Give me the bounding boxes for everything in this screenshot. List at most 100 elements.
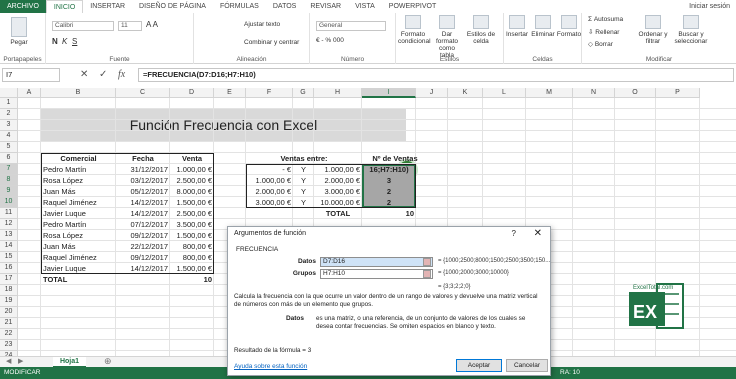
column-header-E[interactable]: E bbox=[214, 88, 246, 98]
column-header-G[interactable]: G bbox=[293, 88, 314, 98]
format-table-button[interactable]: Dar formato como tabla bbox=[432, 15, 462, 59]
clear-button[interactable]: ◇ Borrar bbox=[588, 40, 613, 48]
cell-I11[interactable]: 10 bbox=[364, 208, 414, 219]
row-header-18[interactable]: 18 bbox=[0, 285, 18, 296]
fill-button[interactable]: ⇩ Rellenar bbox=[588, 28, 619, 36]
row-header-17[interactable]: 17 bbox=[0, 274, 18, 285]
cancel-button[interactable]: Cancelar bbox=[506, 359, 548, 372]
font-grow-button[interactable]: A A bbox=[146, 20, 158, 29]
close-icon[interactable]: ✕ bbox=[534, 228, 542, 239]
cell-I6[interactable]: Nº de Ventas bbox=[364, 153, 426, 164]
number-format-combo[interactable]: General bbox=[316, 21, 386, 31]
insert-cells-button[interactable]: Insertar bbox=[504, 15, 530, 38]
column-header-B[interactable]: B bbox=[41, 88, 116, 98]
column-header-H[interactable]: H bbox=[314, 88, 362, 98]
row-header-20[interactable]: 20 bbox=[0, 307, 18, 318]
tab-formulas[interactable]: FÓRMULAS bbox=[213, 0, 266, 13]
row-header-6[interactable]: 6 bbox=[0, 153, 18, 164]
sort-filter-button[interactable]: Ordenar y filtrar bbox=[636, 15, 670, 45]
row-header-21[interactable]: 21 bbox=[0, 318, 18, 329]
column-header-F[interactable]: F bbox=[246, 88, 293, 98]
arg1-input[interactable]: D7:D16 bbox=[320, 257, 433, 267]
format-cells-button[interactable]: Formato bbox=[556, 15, 582, 38]
cell-B17[interactable]: TOTAL bbox=[43, 274, 114, 285]
delete-cells-button[interactable]: Eliminar bbox=[530, 15, 556, 38]
gridline-row bbox=[18, 108, 736, 109]
row-header-9[interactable]: 9 bbox=[0, 186, 18, 197]
row-header-22[interactable]: 22 bbox=[0, 329, 18, 340]
range-picker-icon[interactable] bbox=[423, 270, 431, 278]
add-sheet-icon[interactable]: ⊕ bbox=[104, 356, 112, 367]
currency-button[interactable]: € - % 000 bbox=[316, 37, 344, 44]
column-header-A[interactable]: A bbox=[18, 88, 41, 98]
column-header-O[interactable]: O bbox=[615, 88, 656, 98]
row-header-16[interactable]: 16 bbox=[0, 263, 18, 274]
fx-icon[interactable]: fx bbox=[118, 69, 125, 80]
row-header-12[interactable]: 12 bbox=[0, 219, 18, 230]
tab-datos[interactable]: DATOS bbox=[266, 0, 303, 13]
name-box[interactable]: I7 bbox=[2, 68, 60, 82]
italic-button[interactable]: K bbox=[62, 37, 67, 46]
row-header-8[interactable]: 8 bbox=[0, 175, 18, 186]
range-picker-icon[interactable] bbox=[423, 258, 431, 266]
bold-button[interactable]: N bbox=[52, 37, 58, 46]
select-all-corner[interactable] bbox=[0, 88, 18, 98]
tab-vista[interactable]: VISTA bbox=[348, 0, 382, 13]
sheet-title[interactable]: Función Frecuencia con Excel bbox=[41, 109, 406, 142]
cell-styles-button[interactable]: Estilos de celda bbox=[466, 15, 496, 45]
row-header-5[interactable]: 5 bbox=[0, 142, 18, 153]
font-name-combo[interactable]: Calibri bbox=[52, 21, 114, 31]
tab-powerpivot[interactable]: POWERPIVOT bbox=[382, 0, 443, 13]
column-header-M[interactable]: M bbox=[526, 88, 573, 98]
cell-F6[interactable]: Ventas entre: bbox=[248, 153, 360, 164]
tab-diseno[interactable]: DISEÑO DE PÁGINA bbox=[132, 0, 213, 13]
wrap-text-button[interactable]: Ajustar texto bbox=[244, 21, 280, 28]
row-header-15[interactable]: 15 bbox=[0, 252, 18, 263]
help-button[interactable]: ? bbox=[512, 229, 516, 238]
cond-format-button[interactable]: Formato condicional bbox=[398, 15, 431, 45]
next-sheet-icon[interactable]: ▶ bbox=[18, 357, 23, 365]
underline-button[interactable]: S bbox=[72, 37, 77, 46]
column-header-I[interactable]: I bbox=[362, 88, 416, 98]
column-header-J[interactable]: J bbox=[416, 88, 448, 98]
column-header-N[interactable]: N bbox=[573, 88, 615, 98]
column-header-K[interactable]: K bbox=[448, 88, 483, 98]
formula-input[interactable]: =FRECUENCIA(D7:D16;H7:H10) bbox=[138, 68, 734, 82]
merge-center-button[interactable]: Combinar y centrar bbox=[244, 39, 299, 46]
sign-in-link[interactable]: Iniciar sesión bbox=[689, 0, 730, 13]
column-header-D[interactable]: D bbox=[170, 88, 214, 98]
formula-preview: = {3;3;2;2;0} bbox=[438, 284, 471, 290]
excel-total-logo: EX ExcelTotal.com bbox=[629, 283, 684, 329]
help-link[interactable]: Ayuda sobre esta función bbox=[234, 363, 307, 370]
ok-button[interactable]: Aceptar bbox=[456, 359, 502, 372]
tab-archivo[interactable]: ARCHIVO bbox=[0, 0, 46, 13]
find-select-button[interactable]: Buscar y seleccionar bbox=[672, 15, 710, 45]
row-header-11[interactable]: 11 bbox=[0, 208, 18, 219]
tab-revisar[interactable]: REVISAR bbox=[303, 0, 348, 13]
row-header-7[interactable]: 7 bbox=[0, 164, 18, 175]
font-size-combo[interactable]: 11 bbox=[118, 21, 142, 31]
column-header-P[interactable]: P bbox=[656, 88, 700, 98]
row-header-23[interactable]: 23 bbox=[0, 340, 18, 351]
prev-sheet-icon[interactable]: ◀ bbox=[6, 357, 11, 365]
row-header-2[interactable]: 2 bbox=[0, 109, 18, 120]
row-header-13[interactable]: 13 bbox=[0, 230, 18, 241]
enter-icon[interactable]: ✓ bbox=[99, 69, 107, 80]
arg2-input[interactable]: H7:H10 bbox=[320, 269, 433, 279]
row-header-1[interactable]: 1 bbox=[0, 98, 18, 109]
cell-H11[interactable]: TOTAL bbox=[316, 208, 360, 219]
row-header-14[interactable]: 14 bbox=[0, 241, 18, 252]
cancel-icon[interactable]: ✕ bbox=[80, 69, 88, 80]
cell-D17[interactable]: 10 bbox=[172, 274, 212, 285]
autosum-button[interactable]: Σ Autosuma bbox=[588, 16, 623, 23]
paste-button[interactable]: Pegar bbox=[4, 17, 34, 46]
sales-table-border bbox=[41, 153, 214, 274]
tab-insertar[interactable]: INSERTAR bbox=[83, 0, 132, 13]
row-header-4[interactable]: 4 bbox=[0, 131, 18, 142]
row-header-19[interactable]: 19 bbox=[0, 296, 18, 307]
row-header-3[interactable]: 3 bbox=[0, 120, 18, 131]
column-header-L[interactable]: L bbox=[483, 88, 526, 98]
column-header-C[interactable]: C bbox=[116, 88, 170, 98]
row-header-10[interactable]: 10 bbox=[0, 197, 18, 208]
tab-inicio[interactable]: INICIO bbox=[45, 0, 84, 13]
